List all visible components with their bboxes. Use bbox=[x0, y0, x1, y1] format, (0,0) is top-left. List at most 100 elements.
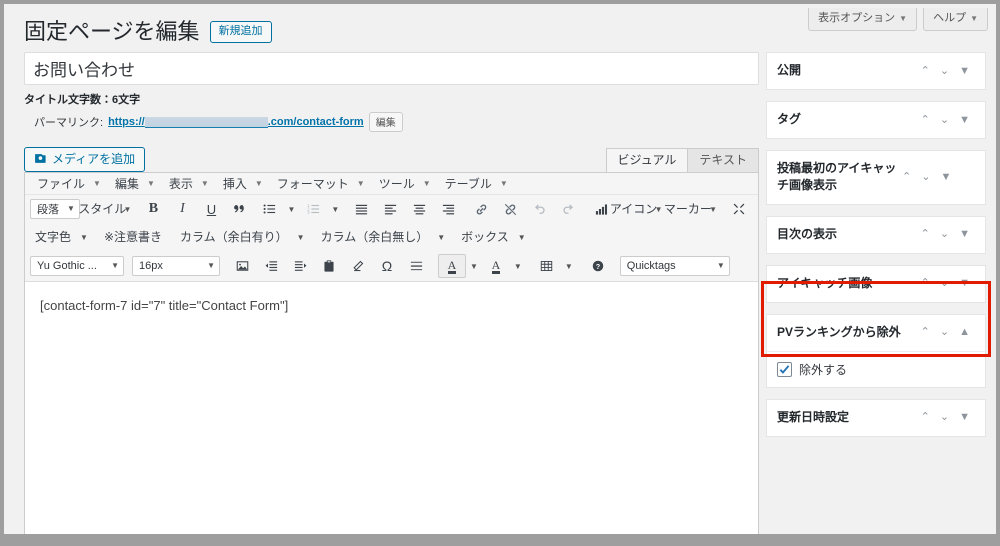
move-up-icon[interactable]: ⌃ bbox=[916, 229, 935, 240]
column-with-margin-button[interactable]: カラム（余白有り） bbox=[175, 226, 293, 248]
menu-tools[interactable]: ツール ▼ bbox=[373, 174, 437, 193]
font-size-select[interactable]: 16px ▼ bbox=[132, 256, 220, 276]
metabox-toc-display-header[interactable]: 目次の表示 ⌃ ⌄ ▼ bbox=[767, 217, 985, 253]
redo-icon[interactable] bbox=[554, 198, 582, 220]
text-color-icon[interactable]: A bbox=[438, 254, 466, 278]
toggle-panel-icon[interactable]: ▼ bbox=[954, 278, 975, 289]
move-down-icon[interactable]: ⌄ bbox=[935, 114, 954, 126]
move-up-icon[interactable]: ⌃ bbox=[916, 65, 935, 77]
chevron-down-icon[interactable]: ▼ bbox=[77, 226, 91, 248]
chevron-down-icon: ▼ bbox=[970, 14, 978, 23]
add-new-page-button[interactable]: 新規追加 bbox=[209, 21, 272, 44]
add-media-button[interactable]: メディアを追加 bbox=[24, 147, 146, 172]
toggle-panel-icon[interactable]: ▼ bbox=[954, 65, 975, 77]
chevron-down-icon[interactable]: ▼ bbox=[562, 255, 576, 277]
background-color-icon[interactable]: A bbox=[482, 255, 510, 277]
metabox-pv-ranking-exclude-header[interactable]: PVランキングから除外 ⌃ ⌄ ▲ bbox=[767, 315, 985, 351]
metabox-tags-header[interactable]: タグ ⌃ ⌄ ▼ bbox=[767, 102, 985, 138]
special-character-icon[interactable]: Ω bbox=[373, 255, 401, 277]
screen-options-button[interactable]: 表示オプション ▼ bbox=[808, 8, 918, 31]
post-title-input[interactable] bbox=[24, 52, 759, 85]
tab-visual[interactable]: ビジュアル bbox=[605, 148, 689, 173]
move-down-icon[interactable]: ⌄ bbox=[935, 229, 954, 240]
toggle-panel-icon[interactable]: ▼ bbox=[954, 114, 975, 126]
insert-image-icon[interactable] bbox=[228, 255, 256, 277]
column-no-margin-button[interactable]: カラム（余白無し） bbox=[316, 226, 434, 248]
eraser-icon[interactable] bbox=[344, 255, 372, 277]
undo-icon[interactable] bbox=[525, 198, 553, 220]
chevron-down-icon[interactable]: ▼ bbox=[120, 198, 134, 220]
help-button[interactable]: ヘルプ ▼ bbox=[923, 8, 988, 31]
move-up-icon[interactable]: ⌃ bbox=[916, 114, 935, 126]
exclude-checkbox[interactable] bbox=[777, 361, 792, 377]
chevron-down-icon[interactable]: ▼ bbox=[328, 198, 342, 220]
chevron-down-icon[interactable]: ▼ bbox=[434, 226, 448, 248]
toggle-panel-icon[interactable]: ▼ bbox=[954, 412, 975, 423]
fullscreen-icon[interactable] bbox=[725, 198, 753, 220]
align-justify-icon[interactable] bbox=[347, 198, 375, 220]
text-color-menu-button[interactable]: 文字色 bbox=[30, 226, 76, 248]
permalink-prefix: https:// bbox=[108, 116, 145, 128]
paragraph-format-select[interactable]: 段落 ▼ bbox=[30, 199, 80, 219]
font-family-select[interactable]: Yu Gothic ... ▼ bbox=[30, 256, 124, 276]
menu-file[interactable]: ファイル ▼ bbox=[31, 174, 107, 193]
metabox-first-featured-image-header[interactable]: 投稿最初のアイキャッチ画像表示 ⌃ ⌄ ▼ bbox=[767, 151, 985, 204]
chevron-down-icon[interactable]: ▼ bbox=[467, 255, 481, 277]
menu-insert-label: 挿入 bbox=[222, 177, 247, 191]
menu-edit[interactable]: 編集 ▼ bbox=[109, 174, 161, 193]
permalink-link[interactable]: https:// .com/contact-form bbox=[108, 116, 364, 128]
move-down-icon[interactable]: ⌄ bbox=[935, 65, 954, 77]
move-down-icon[interactable]: ⌄ bbox=[935, 278, 954, 289]
paste-icon[interactable] bbox=[315, 255, 343, 277]
move-up-icon[interactable]: ⌃ bbox=[916, 412, 935, 423]
unlink-icon[interactable] bbox=[496, 198, 524, 220]
metabox-publish-header[interactable]: 公開 ⌃ ⌄ ▼ bbox=[767, 53, 985, 89]
editor-content-area[interactable]: [contact-form-7 id="7" title="Contact Fo… bbox=[25, 282, 758, 520]
underline-button[interactable]: U bbox=[197, 198, 225, 220]
italic-button[interactable]: I bbox=[168, 198, 196, 220]
menu-format[interactable]: フォーマット ▼ bbox=[271, 174, 371, 193]
align-right-icon[interactable] bbox=[434, 198, 462, 220]
align-left-icon[interactable] bbox=[376, 198, 404, 220]
font-size-value: 16px bbox=[139, 259, 163, 272]
menu-view[interactable]: 表示 ▼ bbox=[163, 174, 215, 193]
marker-menu-button[interactable]: マーカー bbox=[664, 198, 712, 220]
tab-text[interactable]: テキスト bbox=[687, 148, 759, 173]
permalink-edit-button[interactable]: 編集 bbox=[368, 112, 403, 132]
move-down-icon[interactable]: ⌄ bbox=[916, 171, 935, 183]
chevron-down-icon[interactable]: ▼ bbox=[515, 226, 529, 248]
horizontal-rule-icon[interactable] bbox=[402, 255, 430, 277]
help-icon[interactable]: ? bbox=[584, 255, 612, 277]
toggle-panel-icon[interactable]: ▼ bbox=[954, 229, 975, 240]
move-up-icon[interactable]: ⌃ bbox=[916, 278, 935, 289]
move-down-icon[interactable]: ⌄ bbox=[935, 412, 954, 423]
bullet-list-icon[interactable] bbox=[255, 198, 283, 220]
metabox-featured-image-header[interactable]: アイキャッチ画像 ⌃ ⌄ ▼ bbox=[767, 266, 985, 302]
exclude-checkbox-label[interactable]: 除外する bbox=[799, 361, 847, 378]
align-center-icon[interactable] bbox=[405, 198, 433, 220]
toggle-panel-icon[interactable]: ▲ bbox=[954, 327, 975, 338]
icon-menu-button[interactable]: アイコン bbox=[610, 198, 657, 220]
bold-button[interactable]: B bbox=[139, 198, 167, 220]
quicktags-select[interactable]: Quicktags ▼ bbox=[619, 256, 730, 276]
indent-increase-icon[interactable] bbox=[286, 255, 314, 277]
link-icon[interactable] bbox=[467, 198, 495, 220]
toggle-panel-icon[interactable]: ▼ bbox=[935, 171, 956, 183]
box-menu-button[interactable]: ボックス bbox=[456, 226, 514, 248]
table-icon[interactable] bbox=[533, 255, 561, 277]
move-up-icon[interactable]: ⌃ bbox=[916, 327, 935, 338]
menu-table[interactable]: テーブル ▼ bbox=[439, 174, 514, 193]
blockquote-icon[interactable] bbox=[226, 198, 254, 220]
indent-decrease-icon[interactable] bbox=[257, 255, 285, 277]
metabox-update-datetime-header[interactable]: 更新日時設定 ⌃ ⌄ ▼ bbox=[767, 400, 985, 436]
menu-insert[interactable]: 挿入 ▼ bbox=[217, 174, 269, 193]
chevron-down-icon[interactable]: ▼ bbox=[511, 255, 525, 277]
move-up-icon[interactable]: ⌃ bbox=[897, 171, 916, 183]
chevron-down-icon[interactable]: ▼ bbox=[294, 226, 308, 248]
chevron-down-icon[interactable]: ▼ bbox=[706, 198, 720, 220]
caution-note-button[interactable]: ※注意書き bbox=[99, 226, 167, 248]
move-down-icon[interactable]: ⌄ bbox=[935, 327, 954, 338]
style-menu-button[interactable]: スタイル bbox=[78, 198, 126, 220]
numbered-list-icon[interactable]: 123 bbox=[299, 198, 327, 220]
chevron-down-icon[interactable]: ▼ bbox=[284, 198, 298, 220]
